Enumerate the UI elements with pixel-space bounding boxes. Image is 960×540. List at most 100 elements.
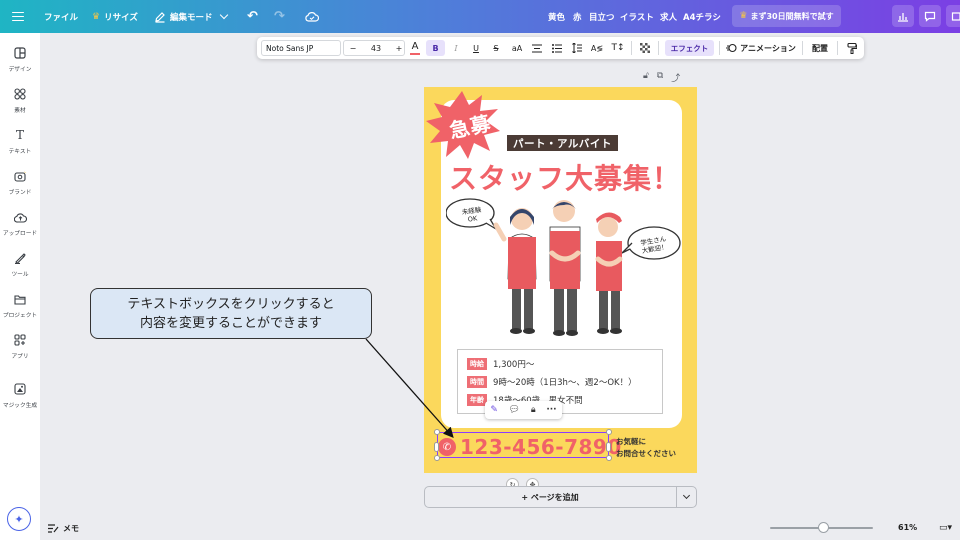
divider xyxy=(719,41,720,55)
font-size-increase-button[interactable]: + xyxy=(391,37,407,59)
crown-icon: ♛ xyxy=(92,11,101,22)
tag-item[interactable]: イラスト xyxy=(620,0,654,33)
resize-handle[interactable] xyxy=(434,429,440,435)
tag-label: 黄色 xyxy=(548,12,566,23)
resize-handle[interactable] xyxy=(434,455,440,461)
more-icon[interactable]: ··· xyxy=(546,405,556,415)
vertical-text-button[interactable]: T↕ xyxy=(609,37,627,59)
menu-icon[interactable] xyxy=(12,9,24,23)
font-size-value: 43 xyxy=(370,43,382,53)
insights-button[interactable] xyxy=(892,5,914,27)
tag-item[interactable]: 求人 xyxy=(660,0,677,33)
resize-button[interactable]: ♛ リサイズ xyxy=(92,0,138,33)
lock-icon[interactable]: 🔓︎ xyxy=(643,71,649,83)
list-button[interactable] xyxy=(549,37,565,59)
strikethrough-button[interactable]: S xyxy=(488,37,504,59)
sidebar-item-elements[interactable]: 素材 xyxy=(0,85,40,119)
top-bar: ファイル ♛ リサイズ 編集モード ↶ ↷ 黄色 赤 目立つ イラスト 求人 A… xyxy=(0,0,960,33)
sidebar-item-tools[interactable]: ツール xyxy=(0,249,40,283)
sidebar-item-projects[interactable]: プロジェクト xyxy=(0,290,40,324)
info-value: 1,300円〜 xyxy=(493,360,535,370)
align-center-button[interactable] xyxy=(529,37,545,59)
redo-icon[interactable]: ↷ xyxy=(271,8,288,25)
resize-handle[interactable] xyxy=(434,442,439,452)
selection-box[interactable] xyxy=(437,432,609,458)
notes-icon xyxy=(48,524,59,533)
font-size-input[interactable]: 43 xyxy=(361,37,391,59)
tag-item[interactable]: 赤 xyxy=(573,0,582,33)
tag-label: 目立つ xyxy=(589,12,615,23)
tag-label: 求人 xyxy=(660,12,678,23)
contact-text[interactable]: お気軽に お問合せください xyxy=(616,436,676,460)
resize-handle[interactable] xyxy=(606,429,612,435)
position-button[interactable]: 配置 xyxy=(809,37,831,59)
chevron-down-icon xyxy=(682,491,691,500)
magic-edit-icon[interactable]: ✎ xyxy=(490,405,498,415)
resize-handle[interactable] xyxy=(606,455,612,461)
add-page-button[interactable]: + ページを追加 xyxy=(425,487,675,507)
zoom-slider-thumb[interactable] xyxy=(818,522,829,533)
sidebar-item-text[interactable]: T テキスト xyxy=(0,126,40,160)
line-spacing-icon xyxy=(572,43,582,53)
file-menu-button[interactable]: ファイル xyxy=(44,0,78,33)
add-page-icon[interactable]: ⤴ xyxy=(671,71,680,84)
text-color-swatch xyxy=(410,52,420,55)
notes-button[interactable]: メモ xyxy=(48,523,79,534)
comments-button[interactable] xyxy=(919,5,941,27)
text-color-button[interactable]: A xyxy=(407,37,423,59)
design-icon xyxy=(13,46,27,60)
sidebar-item-upload[interactable]: アップロード xyxy=(0,208,40,242)
sidebar-item-magic[interactable]: マジック生成 xyxy=(0,380,40,414)
job-type-badge[interactable]: パート・アルバイト xyxy=(507,135,618,151)
animation-icon xyxy=(726,43,737,53)
italic-button[interactable]: I xyxy=(448,37,464,59)
magic-assistant-button[interactable]: ✦ xyxy=(7,507,31,531)
font-family-select[interactable]: Noto Sans JP xyxy=(261,40,341,56)
copy-style-button[interactable] xyxy=(844,37,860,59)
share-button[interactable] xyxy=(946,5,960,27)
sidebar-item-label: アプリ xyxy=(11,353,29,360)
instruction-callout: テキストボックスをクリックすると 内容を変更することができます xyxy=(90,288,372,339)
font-size-decrease-button[interactable]: − xyxy=(345,37,361,59)
tag-item[interactable]: A4チラシ xyxy=(683,0,721,33)
spacing-button[interactable] xyxy=(569,37,585,59)
sidebar-item-label: 素材 xyxy=(14,107,26,114)
sparkle-icon: ✦ xyxy=(14,512,24,526)
tools-icon xyxy=(13,251,27,265)
effects-button[interactable]: エフェクト xyxy=(665,40,714,56)
position-label: 配置 xyxy=(812,43,828,53)
add-page-label: + ページを追加 xyxy=(521,492,579,502)
headline-text[interactable]: スタッフ大募集！ xyxy=(449,157,681,197)
tag-item[interactable]: 黄色 xyxy=(548,0,565,33)
transparency-button[interactable] xyxy=(637,37,653,59)
add-page-dropdown[interactable] xyxy=(676,487,696,507)
undo-icon[interactable]: ↶ xyxy=(244,8,261,25)
edit-mode-dropdown[interactable]: 編集モード xyxy=(154,0,228,33)
resize-handle[interactable] xyxy=(606,442,611,452)
sidebar-item-apps[interactable]: アプリ xyxy=(0,331,40,365)
duplicate-page-icon[interactable]: ⧉ xyxy=(657,71,663,83)
underline-button[interactable]: U xyxy=(468,37,484,59)
text-resize-button[interactable]: A≶ xyxy=(589,37,605,59)
info-row: 時給 1,300円〜 xyxy=(467,358,534,370)
free-trial-button[interactable]: ♛ まず30日間無料で試す xyxy=(732,5,841,27)
text-color-icon: A xyxy=(411,40,419,52)
callout-line: 内容を変更することができます xyxy=(139,315,322,331)
letter-case-button[interactable]: aA xyxy=(508,37,526,59)
bold-button[interactable]: B xyxy=(426,37,445,59)
text-icon: T xyxy=(15,128,24,142)
zoom-value[interactable]: 61% xyxy=(898,523,917,532)
lock-icon[interactable]: 🔒︎ xyxy=(531,405,536,415)
sidebar-item-design[interactable]: デザイン xyxy=(0,44,40,78)
vertical-text-icon: T↕ xyxy=(611,43,625,53)
sidebar-item-label: ブランド xyxy=(8,189,32,196)
animation-button[interactable]: アニメーション xyxy=(725,37,797,59)
divider xyxy=(658,41,659,55)
pages-view-icon[interactable]: ▭▾ xyxy=(939,523,960,534)
tag-item[interactable]: 目立つ xyxy=(589,0,615,33)
sidebar-item-brand[interactable]: ブランド xyxy=(0,167,40,201)
contact-line: お問合せください xyxy=(616,449,676,458)
cloud-saved-icon[interactable] xyxy=(303,8,320,25)
comment-add-icon[interactable]: 💬︎ xyxy=(509,405,520,415)
effects-label: エフェクト xyxy=(670,43,709,53)
